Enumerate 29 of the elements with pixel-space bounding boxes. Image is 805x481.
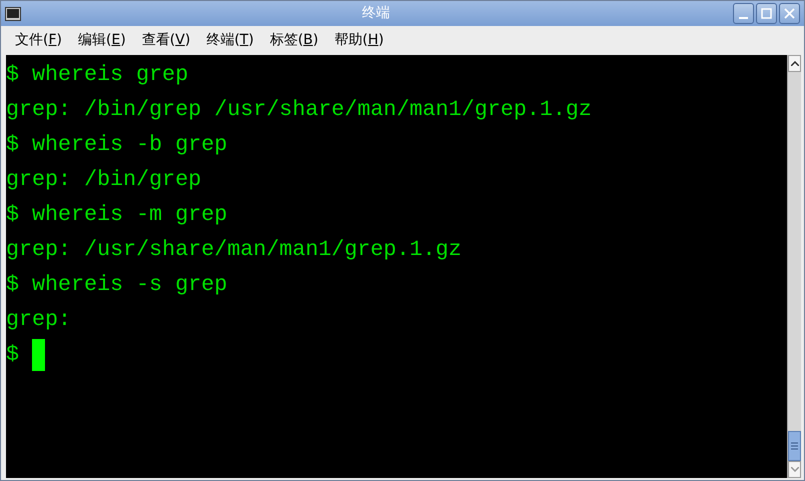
minimize-icon bbox=[739, 16, 748, 18]
command-line: $ whereis -m grep bbox=[6, 201, 228, 229]
minimize-button[interactable] bbox=[733, 3, 754, 24]
command-line: $ whereis -b grep bbox=[6, 131, 228, 159]
command-line: $ whereis grep bbox=[6, 61, 188, 89]
close-button[interactable] bbox=[779, 3, 800, 24]
close-icon bbox=[784, 8, 795, 19]
terminal-icon bbox=[5, 6, 21, 20]
prompt: $ bbox=[6, 341, 20, 369]
menu-item[interactable]: 帮助(H) bbox=[326, 28, 392, 53]
scrollbar[interactable] bbox=[787, 55, 801, 478]
output-line: grep: /bin/grep /usr/share/man/man1/grep.1.gz bbox=[6, 96, 592, 124]
output-line: grep: /bin/grep bbox=[6, 166, 202, 194]
window-title: 终端 bbox=[361, 4, 391, 23]
output-line: grep: /usr/share/man/man1/grep.1.gz bbox=[6, 236, 462, 264]
scroll-thumb[interactable] bbox=[788, 431, 801, 461]
menu-item[interactable]: 标签(B) bbox=[262, 28, 326, 53]
menu-item[interactable]: 终端(T) bbox=[198, 28, 262, 53]
text-cursor bbox=[32, 338, 46, 370]
menu-item[interactable]: 文件(F) bbox=[7, 28, 70, 53]
command-line: $ whereis -s grep bbox=[6, 271, 228, 299]
output-line: grep: bbox=[6, 306, 72, 334]
maximize-icon bbox=[761, 8, 772, 19]
menu-item[interactable]: 编辑(E) bbox=[70, 28, 134, 53]
menu-item[interactable]: 查看(V) bbox=[134, 28, 198, 53]
scroll-down-button[interactable] bbox=[788, 461, 801, 478]
scroll-up-button[interactable] bbox=[788, 55, 801, 72]
maximize-button[interactable] bbox=[756, 3, 777, 24]
grip-icon bbox=[791, 442, 798, 450]
